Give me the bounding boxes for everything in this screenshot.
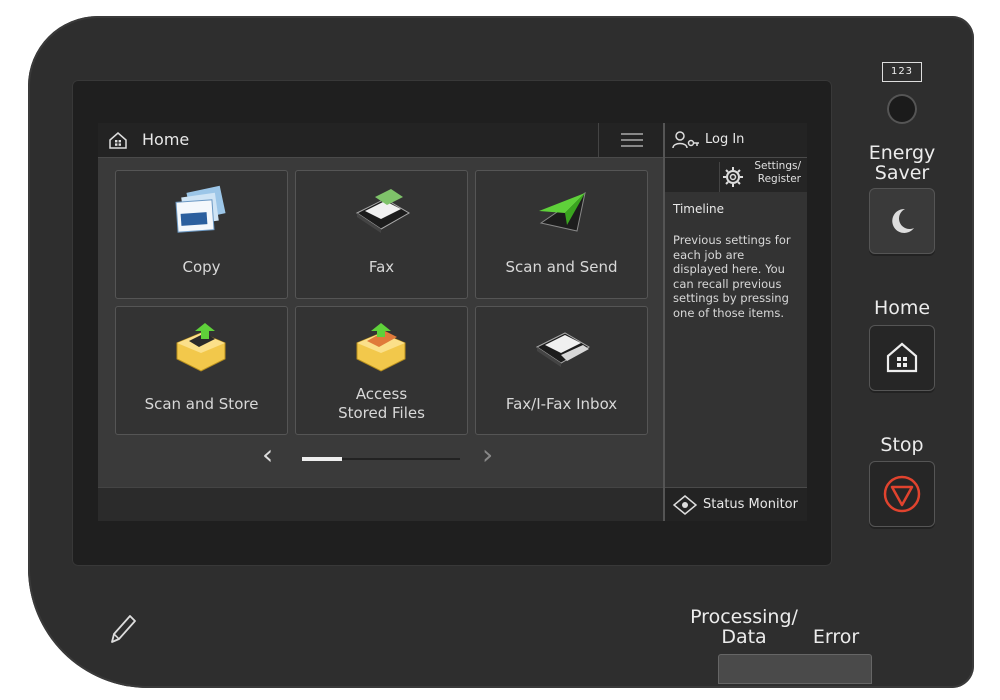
gear-icon [723,167,743,187]
timeline-title: Timeline [673,202,725,216]
tile-access-stored-files-label: Access Stored Files [338,385,425,422]
timeline-description: Previous settings for each job are displ… [673,233,791,320]
status-monitor-button[interactable]: Status Monitor [665,487,807,521]
tile-scan-send[interactable]: Scan and Send [475,170,648,299]
status-indicator-lamp [718,654,872,684]
page-title: Home [142,130,190,149]
login-label: Log In [705,132,745,147]
copy-icon [175,185,226,233]
touch-screen: Home Copy Fax Scan and Send Scan and Sto… [98,123,807,521]
stored-files-icon [356,323,406,372]
login-button[interactable]: Log In [665,123,807,158]
pen-icon[interactable] [108,610,138,646]
tile-copy[interactable]: Copy [115,170,288,299]
user-key-icon [672,131,699,149]
settings-register-button[interactable]: Settings/ Register [665,158,807,192]
sidebar: Log In Settings/ Register Timeline Previ… [663,123,807,521]
tile-fax-inbox[interactable]: Fax/I-Fax Inbox [475,306,648,435]
bottom-strip [98,487,663,521]
home-icon [109,132,127,149]
next-page-button[interactable]: › [482,440,493,470]
energy-saver-label: Energy Saver [868,142,936,184]
settings-register-label: Settings/ Register [754,160,801,185]
counter-check-button[interactable]: 123 [882,62,922,82]
moon-icon [892,208,914,233]
tile-fax-inbox-label: Fax/I-Fax Inbox [505,395,618,413]
fax-inbox-icon [536,332,590,367]
scan-send-icon [539,191,586,232]
energy-saver-button[interactable] [869,188,935,254]
fax-icon [356,189,410,233]
status-monitor-label: Status Monitor [703,497,798,512]
tile-fax-label: Fax [368,258,395,276]
home-icon [886,342,918,373]
home-label: Home [873,297,931,319]
status-monitor-icon [673,495,697,515]
menu-icon [621,133,643,147]
processing-data-label: Processing/ Data [690,606,798,648]
page-indicator: ‹ › [258,440,498,470]
tile-copy-label: Copy [182,258,221,276]
tile-scan-store-label: Scan and Store [144,395,259,413]
stop-button[interactable] [869,461,935,527]
stop-label: Stop [880,434,924,456]
home-button[interactable] [869,325,935,391]
error-label: Error [812,626,860,648]
tile-scan-send-label: Scan and Send [505,258,618,276]
scan-store-icon [176,323,226,372]
stop-icon [883,475,921,513]
page-progress [302,457,342,461]
header-bar: Home [98,123,663,158]
tile-fax[interactable]: Fax [295,170,468,299]
tile-access-stored-files[interactable]: Access Stored Files [295,306,468,435]
menu-button[interactable] [598,123,664,157]
prev-page-button[interactable]: ‹ [262,440,273,470]
tile-scan-store[interactable]: Scan and Store [115,306,288,435]
counter-knob[interactable] [887,94,917,124]
